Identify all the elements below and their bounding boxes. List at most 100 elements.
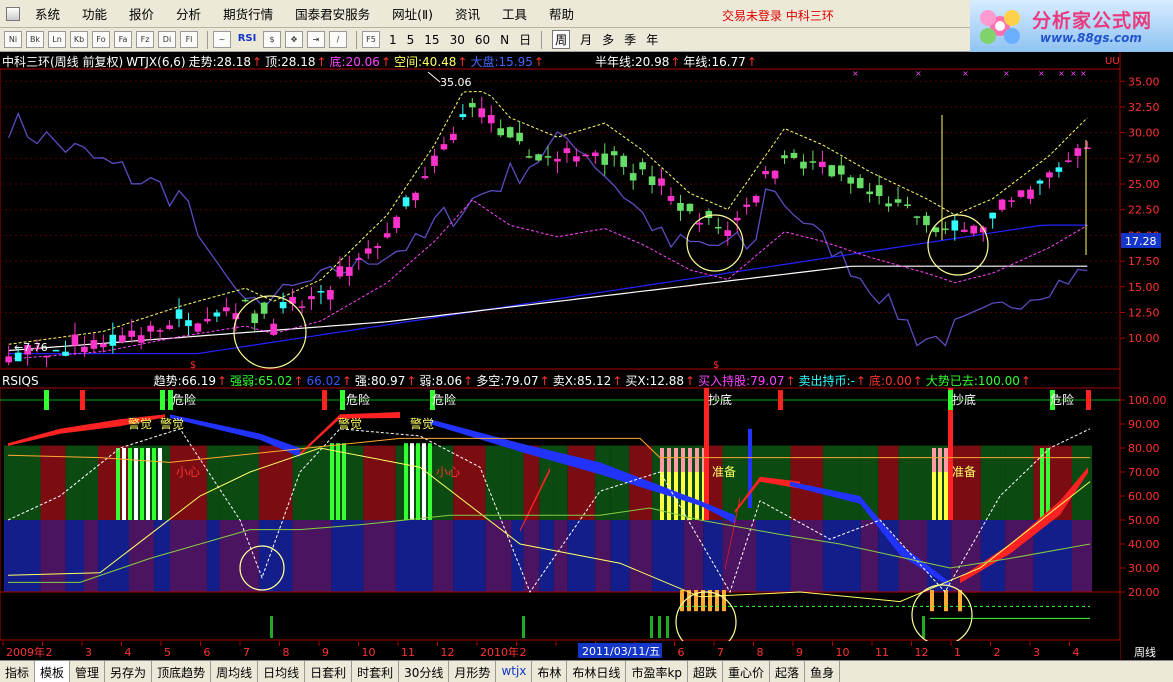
zone-upper xyxy=(595,445,611,520)
bottom-tab-18[interactable]: 鱼身 xyxy=(805,661,841,682)
bottom-tab-9[interactable]: 30分线 xyxy=(399,661,450,682)
candle-body xyxy=(156,330,164,332)
bottom-tab-3[interactable]: 另存为 xyxy=(105,661,153,682)
bottom-tab-2[interactable]: 管理 xyxy=(70,661,106,682)
zone-lower xyxy=(790,520,823,592)
bottom-tab-6[interactable]: 日均线 xyxy=(258,661,306,682)
signal-bar xyxy=(80,390,85,410)
indicator-annotation: 抄底 xyxy=(708,392,732,407)
time-axis-label: 12 xyxy=(441,646,455,659)
zone-lower xyxy=(433,520,454,592)
bottom-tab-7[interactable]: 日套利 xyxy=(305,661,353,682)
bottom-tab-12[interactable]: 布林 xyxy=(532,661,568,682)
indicator-annotation: 准备 xyxy=(712,465,736,479)
signal-bar xyxy=(322,390,327,410)
price-axis-label: 12.50 xyxy=(1128,306,1160,319)
signal-bar xyxy=(704,388,709,520)
time-axis-label: 4 xyxy=(1073,646,1080,659)
candle-body xyxy=(828,165,836,177)
candle-body xyxy=(667,196,675,201)
stock-chart[interactable]: 35.00 32.50 30.00 27.50 25.00 22.50 20.00 17.50… xyxy=(0,0,1173,660)
time-axis-label: 2 xyxy=(46,646,53,659)
zone-upper xyxy=(980,445,1006,520)
zone-lower xyxy=(292,520,332,592)
signal-bar xyxy=(930,590,934,612)
zone-lower xyxy=(65,520,84,592)
candle-body xyxy=(71,334,79,346)
signal-bar xyxy=(140,448,144,520)
signal-bar xyxy=(416,443,420,520)
candle-body xyxy=(610,151,618,156)
cursor-date-label: 2011/03/11/五 xyxy=(582,645,660,658)
bottom-tab-13[interactable]: 布林日线 xyxy=(567,661,627,682)
bottom-tab-5[interactable]: 周均线 xyxy=(211,661,259,682)
zone-lower xyxy=(703,520,723,592)
signal-bar xyxy=(680,590,684,612)
top-x-marker-icon: × xyxy=(1038,69,1045,78)
bottom-tab-bar: 指标 模板 管理 另存为 顶底趋势 周均线 日均线 日套利 时套利 30分线 月形势 wtjx 布林 布林… xyxy=(0,660,1173,682)
app-window: 系统 功能 报价 分析 期货行情 国泰君安服务 网址(Ⅱ) 资讯 工具 帮助 交易未登录 中科三环… xyxy=(0,0,1173,682)
candle-body xyxy=(100,343,107,348)
zone-lower xyxy=(40,520,66,592)
indicator-annotation: 警觉 xyxy=(128,416,152,431)
time-axis-label: 8 xyxy=(283,646,290,659)
bottom-tab-4[interactable]: 顶底趋势 xyxy=(152,661,212,682)
candle-body xyxy=(185,320,192,327)
candle-body xyxy=(374,246,382,249)
bottom-tab-16[interactable]: 重心价 xyxy=(723,661,771,682)
bottom-tab-17[interactable]: 起落 xyxy=(770,661,806,682)
candle-body xyxy=(686,203,694,212)
candle-body xyxy=(544,156,552,158)
candle-body xyxy=(781,155,788,159)
bottom-tab-11[interactable]: wtjx xyxy=(496,661,533,682)
signal-bar xyxy=(958,590,962,612)
signal-bar xyxy=(674,448,678,472)
candle-body xyxy=(743,204,750,207)
zone-lower xyxy=(453,520,486,592)
time-axis-label: 9 xyxy=(322,646,329,659)
price-axis-label: 32.50 xyxy=(1128,101,1160,114)
indicator-axis-label: 20.00 xyxy=(1128,586,1160,599)
bottom-tab-15[interactable]: 超跌 xyxy=(688,661,724,682)
zone-lower xyxy=(951,520,981,592)
candle-body xyxy=(43,355,50,358)
bottom-tab-14[interactable]: 市盈率kp xyxy=(626,661,689,682)
zone-upper xyxy=(169,445,207,520)
signal-bar xyxy=(128,448,132,520)
candle-body xyxy=(837,165,845,175)
candle-body xyxy=(894,199,902,203)
candle-body xyxy=(327,290,334,300)
candle-body xyxy=(128,330,136,337)
time-axis-label: 2 xyxy=(994,646,1001,659)
signal-bar xyxy=(152,448,156,520)
signal-bar xyxy=(1040,448,1044,520)
candle-body xyxy=(989,212,996,219)
candle-body xyxy=(81,346,88,352)
candle-body xyxy=(1083,147,1091,150)
candle-body xyxy=(960,229,968,232)
signal-bar xyxy=(160,390,165,410)
signal-bar xyxy=(688,448,692,472)
signal-bar xyxy=(938,448,942,472)
zone-lower xyxy=(822,520,861,592)
price-axis-label: 27.50 xyxy=(1128,152,1160,165)
candle-body xyxy=(251,313,259,324)
bottom-tab-8[interactable]: 时套利 xyxy=(352,661,400,682)
signal-bar xyxy=(701,590,705,612)
zone-upper xyxy=(433,445,454,520)
bottom-tab-1[interactable]: 模板 xyxy=(35,661,71,682)
bottom-tab-0[interactable]: 指标 xyxy=(0,661,36,682)
zone-upper xyxy=(951,445,981,520)
time-axis-label: 11 xyxy=(401,646,415,659)
top-x-marker-icon: × xyxy=(1070,69,1077,78)
bottom-tab-10[interactable]: 月形势 xyxy=(449,661,497,682)
price-axis-label: 25.00 xyxy=(1128,178,1160,191)
candle-body xyxy=(629,173,637,181)
candle-body xyxy=(223,307,230,312)
candle-body xyxy=(762,171,769,175)
signal-bar xyxy=(660,472,664,520)
signal-bar xyxy=(695,472,699,520)
indicator-annotation: 危险 xyxy=(432,392,456,407)
indicator-axis-label: 80.00 xyxy=(1128,442,1160,455)
candle-body xyxy=(298,306,306,308)
